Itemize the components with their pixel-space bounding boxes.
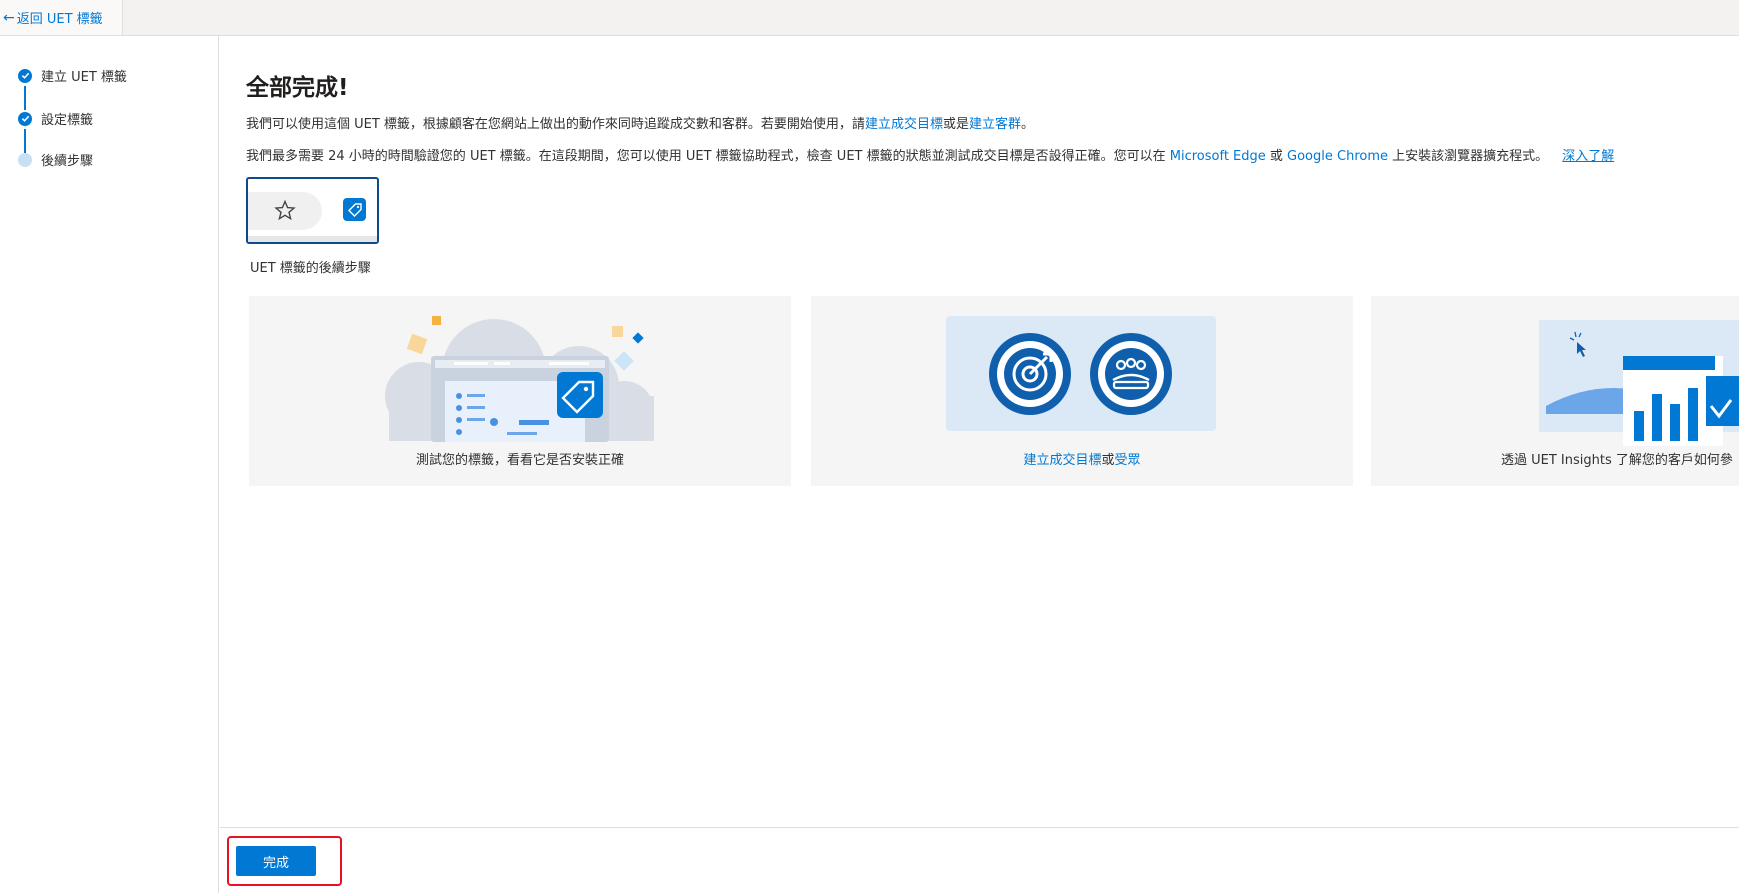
address-bar-pill	[248, 192, 322, 230]
step-label: 後續步驟	[41, 154, 94, 169]
verify-text: 我們最多需要 24 小時的時間驗證您的 UET 標籤。在這段期間，您可以使用 U…	[246, 149, 1170, 164]
intro-text: 我們可以使用這個 UET 標籤，根據顧客在您網站上做出的動作來同時追蹤成交數和客…	[246, 117, 865, 132]
create-audience-link[interactable]: 建立客群	[969, 117, 1021, 132]
page-title: 全部完成!	[246, 75, 349, 101]
current-step-dot	[18, 152, 32, 167]
main-content: 全部完成! 我們可以使用這個 UET 標籤，根據顧客在您網站上做出的動作來同時追…	[220, 36, 1739, 827]
intro-text-or: 或是	[942, 117, 969, 132]
back-label: 返回 UET 標籤	[16, 12, 103, 27]
step-label: 建立 UET 標籤	[41, 70, 127, 85]
step-connector	[24, 86, 26, 110]
back-to-uet-tags-link[interactable]: ← 返回 UET 標籤	[0, 0, 123, 35]
extension-preview	[246, 177, 379, 244]
google-chrome-link[interactable]: Google Chrome	[1287, 149, 1388, 164]
target-icon	[989, 333, 1071, 415]
tag-icon	[343, 198, 366, 221]
preview-bottom-bar	[248, 236, 377, 242]
card-or-text: 或	[1101, 453, 1115, 468]
verify-text-or: 或	[1265, 149, 1288, 164]
create-conversion-goal-link[interactable]: 建立成交目標	[865, 117, 943, 132]
card-links: 建立成交目標或受眾	[811, 449, 1353, 468]
wizard-steps-sidebar: 建立 UET 標籤 設定標籤 後續步驟	[0, 36, 219, 893]
verify-text-end: 上安裝該瀏覽器擴充程式。	[1388, 149, 1549, 164]
step-label: 設定標籤	[41, 113, 94, 128]
step-create-uet-tag[interactable]: 建立 UET 標籤	[18, 66, 127, 85]
star-icon	[274, 199, 296, 221]
intro-text-end: 。	[1020, 117, 1034, 132]
top-bar: ← 返回 UET 標籤	[0, 0, 1739, 36]
check-icon	[18, 68, 32, 83]
footer-bar: 完成	[220, 827, 1739, 893]
create-conversion-goal-link[interactable]: 建立成交目標	[1023, 453, 1101, 468]
check-icon	[18, 111, 32, 126]
left-arrow-icon: ←	[3, 9, 15, 26]
card-label: 測試您的標籤，看看它是否安裝正確	[415, 453, 624, 468]
learn-more-link[interactable]: 深入了解	[1562, 149, 1614, 164]
extension-caption: UET 標籤的後續步驟	[250, 261, 371, 276]
microsoft-edge-link[interactable]: Microsoft Edge	[1170, 149, 1266, 164]
step-configure-tag[interactable]: 設定標籤	[18, 109, 93, 128]
step-next-steps[interactable]: 後續步驟	[18, 150, 93, 169]
done-button[interactable]: 完成	[236, 846, 316, 876]
test-tag-card[interactable]: 測試您的標籤，看看它是否安裝正確	[249, 296, 791, 486]
uet-insights-card[interactable]: 透過 UET Insights 了解您的客戶如何參	[1371, 296, 1739, 486]
insights-chart-illustration	[1539, 320, 1739, 446]
create-goal-card[interactable]: 建立成交目標或受眾	[811, 296, 1353, 486]
intro-paragraph: 我們可以使用這個 UET 標籤，根據顧客在您網站上做出的動作來同時追蹤成交數和客…	[246, 113, 1034, 132]
card-label: 透過 UET Insights 了解您的客戶如何參	[1501, 453, 1733, 468]
audience-icon	[1090, 333, 1172, 415]
verification-paragraph: 我們最多需要 24 小時的時間驗證您的 UET 標籤。在這段期間，您可以使用 U…	[246, 145, 1614, 164]
goal-audience-illustration	[946, 316, 1216, 431]
audience-link[interactable]: 受眾	[1115, 453, 1141, 468]
cloud-browser-illustration	[385, 316, 654, 442]
